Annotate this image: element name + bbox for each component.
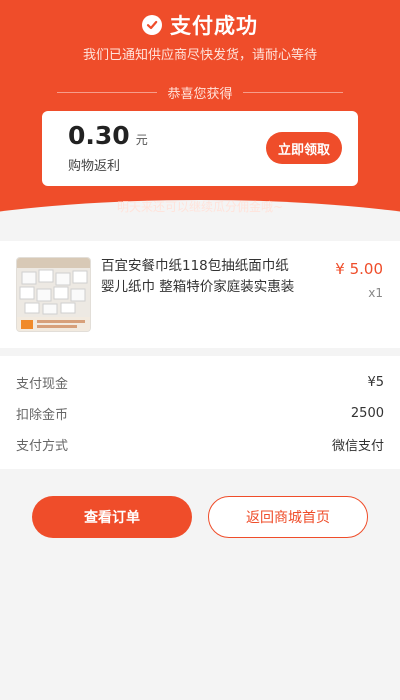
detail-value: ¥5	[367, 374, 384, 390]
product-thumbnail	[16, 257, 91, 332]
detail-label: 支付方式	[16, 438, 69, 454]
payment-success-header: 支付成功 我们已通知供应商尽快发货，请耐心等待 恭喜您获得 0.30 元 购物返…	[0, 0, 400, 232]
claim-reward-button[interactable]: 立即领取	[266, 132, 342, 164]
detail-row-method: 支付方式 微信支付	[16, 434, 384, 454]
divider-line-left	[57, 91, 158, 93]
page-title: 支付成功	[170, 14, 258, 38]
commission-note: 明天来还可以继续瓜分佣金哦~	[116, 200, 284, 214]
detail-label: 支付现金	[16, 376, 69, 392]
product-price: ¥ 5.00	[335, 260, 383, 278]
gain-label: 恭喜您获得	[167, 86, 233, 102]
detail-label: 扣除金币	[16, 407, 69, 423]
payment-details: 支付现金 ¥5 扣除金币 2500 支付方式 微信支付	[0, 356, 400, 469]
check-circle-icon	[142, 15, 162, 35]
success-title-row: 支付成功	[0, 10, 400, 40]
reward-unit: 元	[135, 133, 148, 147]
detail-row-cash: 支付现金 ¥5	[16, 372, 384, 392]
back-to-home-button[interactable]: 返回商城首页	[208, 496, 368, 538]
reward-label: 购物返利	[68, 159, 121, 174]
gain-divider: 恭喜您获得	[0, 84, 400, 102]
product-name: 百宜安餐巾纸118包抽纸面巾纸婴儿纸巾 整箱特价家庭装实惠装	[101, 258, 295, 295]
view-order-button[interactable]: 查看订单	[32, 496, 192, 538]
reward-card: 0.30 元 购物返利 立即领取	[42, 111, 358, 186]
tissue-pack-photo-icon	[17, 258, 90, 331]
product-quantity: x1	[368, 286, 383, 300]
detail-value: 2500	[350, 405, 384, 421]
reward-value: 0.30	[68, 121, 130, 150]
shipping-notice: 我们已通知供应商尽快发货，请耐心等待	[82, 48, 317, 63]
detail-row-coins: 扣除金币 2500	[16, 403, 384, 423]
detail-value: 微信支付	[331, 438, 384, 454]
order-product-item[interactable]: 百宜安餐巾纸118包抽纸面巾纸婴儿纸巾 整箱特价家庭装实惠装 ¥ 5.00 x1	[0, 241, 400, 348]
reward-amount: 0.30 元	[68, 121, 148, 150]
divider-line-right	[242, 91, 343, 93]
